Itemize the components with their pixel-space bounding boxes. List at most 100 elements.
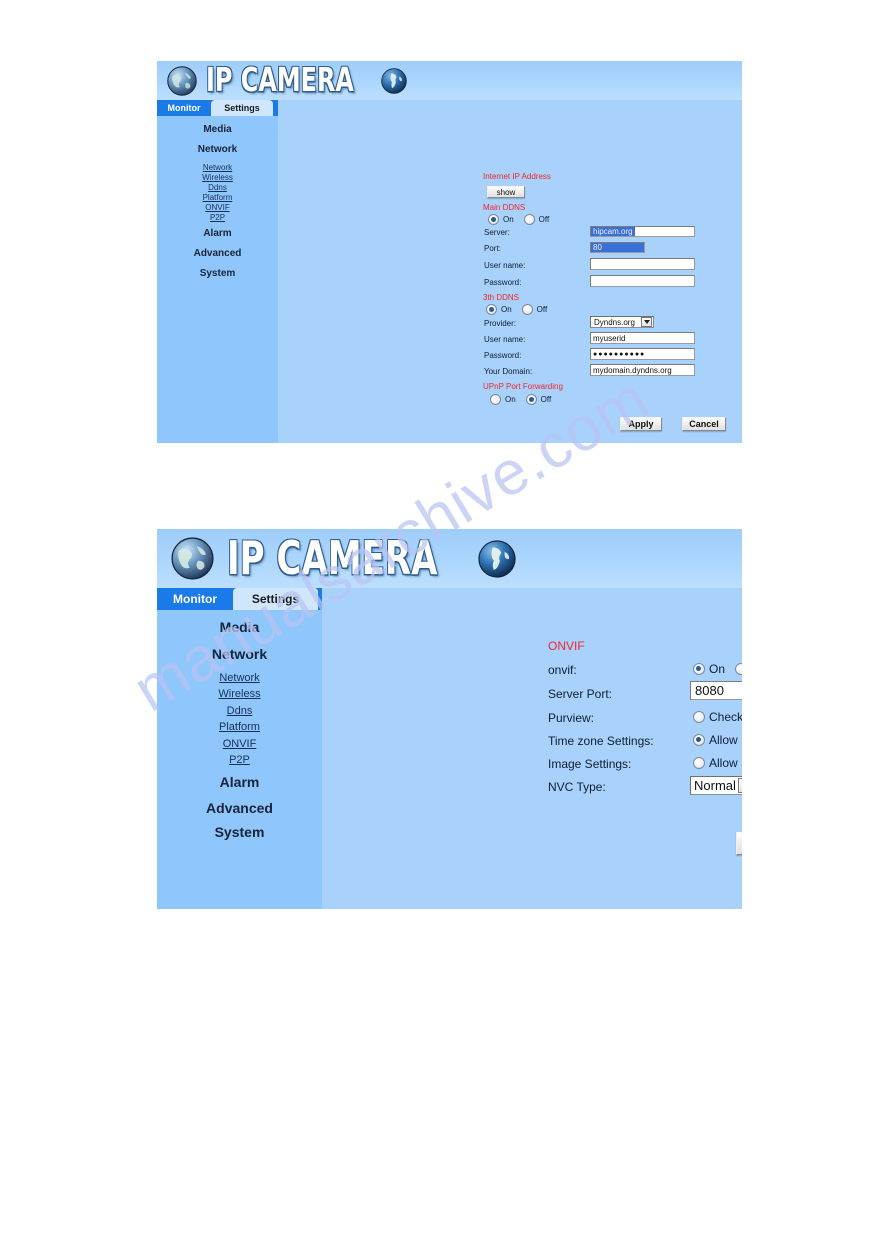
timezone-settings-label: Time zone Settings: [548,734,654,748]
your-domain-input-value: mydomain.dyndns.org [593,365,672,375]
third-ddns-off-label: Off [536,305,548,314]
sidebar-item-wireless[interactable]: Wireless [157,173,278,182]
tab-bar: Monitor Settings [157,588,322,610]
port-input-value: 80 [591,243,644,252]
third-ddns-on-label: On [501,305,512,314]
timezone-allow-label: Allow [709,733,738,747]
onvif-on-label: On [709,662,726,676]
provider-label: Provider: [484,319,517,328]
sidebar-item-wireless[interactable]: Wireless [157,688,322,700]
onvif-on-radio[interactable] [693,663,705,675]
apply-button[interactable]: Apply [620,417,662,431]
app-header: IP CAMERA [157,61,742,100]
section-main-ddns: Main DDNS [483,203,526,212]
cancel-button[interactable]: Cancel [682,417,726,431]
sidebar-item-p2p[interactable]: P2P [157,754,322,766]
sidebar-item-media[interactable]: Media [157,619,322,635]
timezone-radio-group: Allow Prohibit [693,733,742,747]
sidebar-item-network[interactable]: Network [157,144,278,155]
third-password-input[interactable]: ●●●●●●●●●● [590,348,695,360]
image-allow-label: Allow [709,756,738,770]
sidebar-item-p2p[interactable]: P2P [157,213,278,222]
image-settings-label: Image Settings: [548,757,632,771]
ddns-form: Internet IP Address show Main DDNS On Of… [278,116,742,443]
image-allow-radio[interactable] [693,757,705,769]
tab-bar: Monitor Settings [157,100,278,116]
sidebar-item-media[interactable]: Media [157,124,278,135]
globe-icon [167,65,197,96]
tab-monitor[interactable]: Monitor [157,588,233,610]
your-domain-input[interactable]: mydomain.dyndns.org [590,364,695,376]
third-username-input-value: myuserid [593,333,626,343]
password-label: Password: [484,278,522,287]
globe-icon [171,537,214,580]
purview-radio-group: Check type No check [693,710,742,724]
apply-button[interactable]: Apply [736,832,742,855]
third-ddns-off-radio[interactable] [521,304,533,315]
server-input[interactable]: hipcam.org [590,226,695,237]
section-upnp-port-forwarding: UPnP Port Forwarding [483,382,563,391]
your-domain-label: Your Domain: [484,367,533,376]
ip-camera-ddns-screenshot: IP CAMERA Monitor Settings Media Network… [157,61,742,443]
nvc-type-select[interactable]: Normal [690,776,742,795]
sidebar-item-onvif[interactable]: ONVIF [157,738,322,750]
tab-settings[interactable]: Settings [211,100,273,116]
main-ddns-off-label: Off [538,215,550,224]
sidebar-item-advanced[interactable]: Advanced [157,800,322,816]
sidebar-item-alarm[interactable]: Alarm [157,228,278,239]
chevron-down-icon[interactable] [738,778,742,793]
third-ddns-radio-group: On Off [486,304,557,315]
app-header: IP CAMERA [157,529,742,588]
provider-select[interactable]: Dyndns.org [590,316,654,328]
app-title: IP CAMERA [206,61,354,100]
main-ddns-on-label: On [503,215,514,224]
sidebar-item-network[interactable]: Network [157,646,322,662]
sidebar-item-onvif[interactable]: ONVIF [157,203,278,212]
port-label: Port: [484,244,501,253]
tab-settings[interactable]: Settings [233,588,318,610]
nvc-type-label: NVC Type: [548,780,606,794]
server-port-input[interactable]: 8080 [690,681,742,700]
sidebar-item-network-link[interactable]: Network [157,672,322,684]
app-title: IP CAMERA [227,531,438,586]
onvif-radio-group: On Off [693,662,742,676]
third-ddns-on-radio[interactable] [486,304,497,315]
globe-icon [478,539,516,578]
upnp-radio-group: On Off [490,394,561,405]
onvif-label: onvif: [548,663,577,677]
sidebar: Media Network Network Wireless Ddns Plat… [157,116,278,443]
upnp-on-label: On [505,395,516,404]
sidebar-item-platform[interactable]: Platform [157,721,322,733]
port-input[interactable]: 80 [590,242,645,253]
section-internet-ip-address: Internet IP Address [483,172,551,181]
server-label: Server: [484,228,510,237]
third-password-input-value: ●●●●●●●●●● [593,350,646,358]
username-input[interactable] [590,258,695,270]
main-ddns-on-radio[interactable] [488,214,499,225]
upnp-off-radio[interactable] [525,394,537,405]
sidebar-item-platform[interactable]: Platform [157,193,278,202]
section-third-ddns: 3th DDNS [483,293,520,302]
ip-camera-onvif-screenshot: IP CAMERA Monitor Settings Media Network… [157,529,742,909]
server-input-value: hipcam.org [591,227,635,236]
upnp-on-radio[interactable] [490,394,501,405]
purview-check-type-radio[interactable] [693,711,705,723]
sidebar-item-ddns[interactable]: Ddns [157,183,278,192]
chevron-down-icon[interactable] [641,317,652,327]
password-input[interactable] [590,275,695,287]
main-ddns-radio-group: On Off [488,214,559,225]
sidebar-item-network-link[interactable]: Network [157,163,278,172]
timezone-allow-radio[interactable] [693,734,705,746]
sidebar-item-system[interactable]: System [157,824,322,840]
sidebar-item-alarm[interactable]: Alarm [157,774,322,790]
main-ddns-off-radio[interactable] [523,214,535,225]
sidebar-item-advanced[interactable]: Advanced [157,248,278,259]
show-button[interactable]: show [487,186,525,198]
sidebar-item-system[interactable]: System [157,268,278,279]
purview-label: Purview: [548,711,595,725]
tab-monitor[interactable]: Monitor [157,100,211,116]
third-username-input[interactable]: myuserid [590,332,695,344]
sidebar-item-ddns[interactable]: Ddns [157,705,322,717]
onvif-form: ONVIF onvif: On Off Server Port: 8080 Pu… [322,610,742,909]
onvif-off-radio[interactable] [735,663,742,675]
